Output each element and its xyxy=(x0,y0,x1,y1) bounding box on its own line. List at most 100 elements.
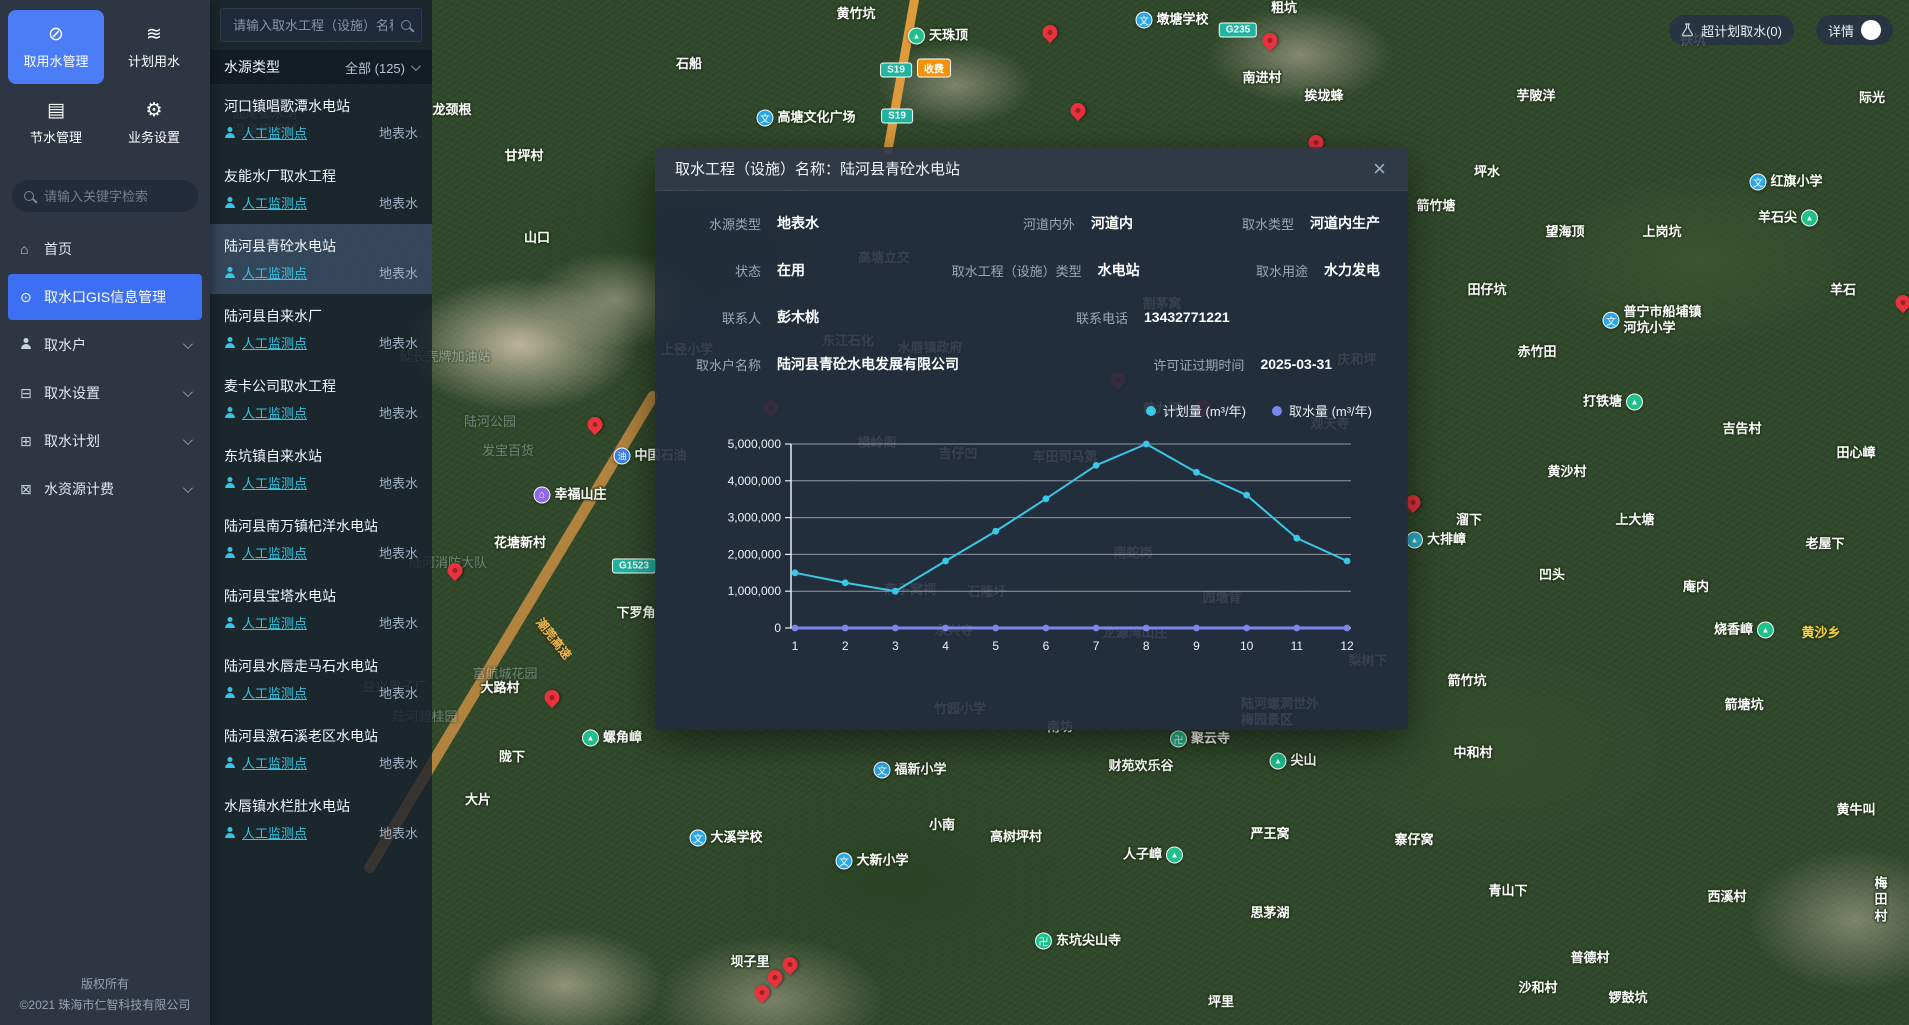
map-pin-marker[interactable] xyxy=(1071,103,1086,118)
nav-item-5[interactable]: ⊠水资源计费 xyxy=(8,466,202,512)
map-label-text: 下罗角 xyxy=(616,605,655,621)
chevron-down-icon xyxy=(183,387,193,397)
legend-label: 计划量 (m³/年) xyxy=(1163,401,1246,420)
map-label-text: 箭塘坑 xyxy=(1724,697,1763,713)
list-item[interactable]: 水唇镇水栏肚水电站人工监测点地表水 xyxy=(210,784,432,854)
svg-text:0: 0 xyxy=(774,621,781,635)
map-label: 石船 xyxy=(676,56,702,72)
map-label-text: 烧香嶂 xyxy=(1714,622,1753,638)
map-pin-marker[interactable] xyxy=(1043,25,1058,40)
map-label: 文大新小学 xyxy=(835,853,908,870)
map-label-text: 打铁塘 xyxy=(1583,394,1622,410)
map-label: 上大塘 xyxy=(1615,512,1654,528)
school-icon: 文 xyxy=(689,830,706,847)
field-value: 2025-03-31 xyxy=(1260,356,1332,372)
water-source-type: 地表水 xyxy=(379,823,418,842)
module-tab-0[interactable]: ⊘取用水管理 xyxy=(8,10,104,84)
intake-list-panel: 水源类型 全部 (125) 河口镇唱歌潭水电站人工监测点地表水友能水厂取水工程人… xyxy=(210,0,432,1025)
list-item[interactable]: 麦卡公司取水工程人工监测点地表水 xyxy=(210,364,432,434)
list-item[interactable]: 友能水厂取水工程人工监测点地表水 xyxy=(210,154,432,224)
module-label: 取用水管理 xyxy=(23,51,88,70)
map-label: 吉告村 xyxy=(1722,421,1761,437)
over-plan-intake-button[interactable]: 超计划取水(0) xyxy=(1669,15,1794,45)
map-pin-marker[interactable] xyxy=(1896,295,1909,310)
sidebar-search-input[interactable] xyxy=(42,188,186,205)
pin-icon xyxy=(444,560,465,581)
module-tab-3[interactable]: ⚙业务设置 xyxy=(106,86,202,160)
map-pin-marker[interactable] xyxy=(755,985,770,1000)
map-pin-marker[interactable] xyxy=(588,417,603,432)
map-label: 梅田村 xyxy=(1875,876,1898,925)
person-icon xyxy=(224,127,236,139)
module-tab-2[interactable]: ▤节水管理 xyxy=(8,86,104,160)
map-pin-marker[interactable] xyxy=(783,957,798,972)
list-item[interactable]: 东坑镇自来水站人工监测点地表水 xyxy=(210,434,432,504)
svg-text:6: 6 xyxy=(1043,639,1050,653)
list-item[interactable]: 陆河县激石溪老区水电站人工监测点地表水 xyxy=(210,714,432,784)
map-label: 坪水 xyxy=(1474,164,1500,180)
svg-text:1,000,000: 1,000,000 xyxy=(728,584,782,598)
map-label: 文高塘文化广场 xyxy=(756,110,855,127)
monitor-label: 人工监测点 xyxy=(242,333,307,352)
field-value: 13432771221 xyxy=(1144,309,1230,325)
list-item[interactable]: 陆河县水唇走马石水电站人工监测点地表水 xyxy=(210,644,432,714)
legend-dot-icon xyxy=(1272,406,1282,416)
person-icon xyxy=(224,407,236,419)
pin-icon xyxy=(1259,30,1280,51)
school-icon: 文 xyxy=(1602,312,1619,329)
map-pin-marker[interactable] xyxy=(545,690,560,705)
detail-toggle[interactable]: 详情 xyxy=(1816,15,1893,45)
map-label: 发宝百货 xyxy=(482,443,534,459)
nav-item-3[interactable]: ⊟取水设置 xyxy=(8,370,202,416)
map-label-text: 大排嶂 xyxy=(1427,532,1466,548)
over-plan-label: 超计划取水(0) xyxy=(1701,21,1782,40)
close-icon[interactable]: × xyxy=(1371,158,1388,180)
monitor-label: 人工监测点 xyxy=(242,263,307,282)
water-source-type: 地表水 xyxy=(379,333,418,352)
map-label-text: 幸福山庄 xyxy=(554,487,606,503)
map-pin-marker[interactable] xyxy=(1263,33,1278,48)
list-item[interactable]: 河口镇唱歌潭水电站人工监测点地表水 xyxy=(210,84,432,154)
map-pin-marker[interactable] xyxy=(448,563,463,578)
road-badge: G1523 xyxy=(612,559,656,574)
water-source-type: 地表水 xyxy=(379,123,418,142)
map-label: 陇下 xyxy=(499,749,525,765)
map-label: 南进村 xyxy=(1242,70,1281,86)
monitor-type: 人工监测点 xyxy=(224,683,379,702)
intake-search-input[interactable] xyxy=(231,17,395,34)
filter-value: 全部 (125) xyxy=(345,58,405,77)
map-label: 大片 xyxy=(465,792,491,808)
map-label: 沙和村 xyxy=(1518,980,1557,996)
nav-item-4[interactable]: ⊞取水计划 xyxy=(8,418,202,464)
nav-item-0[interactable]: ⌂首页 xyxy=(8,226,202,272)
list-item[interactable]: 陆河县青砼水电站人工监测点地表水 xyxy=(210,224,432,294)
map-label-text: 黄竹坑 xyxy=(836,6,875,22)
module-tab-1[interactable]: ≋计划用水 xyxy=(106,10,202,84)
map-label-text: 红旗小学 xyxy=(1770,174,1822,190)
list-item[interactable]: 陆河县自来水厂人工监测点地表水 xyxy=(210,294,432,364)
monitor-label: 人工监测点 xyxy=(242,193,307,212)
toggle-knob[interactable] xyxy=(1861,20,1881,40)
map-label-text: 上大塘 xyxy=(1615,512,1654,528)
field-value: 河道内生产 xyxy=(1310,213,1380,233)
list-item[interactable]: 陆河县南万镇杞洋水电站人工监测点地表水 xyxy=(210,504,432,574)
chevron-down-icon xyxy=(183,339,193,349)
nav-item-2[interactable]: 取水户 xyxy=(8,322,202,368)
field-value: 水力发电 xyxy=(1324,260,1380,280)
mountain-icon: ▲ xyxy=(908,28,925,45)
nav-item-1[interactable]: ⊙取水口GIS信息管理 xyxy=(8,274,202,320)
source-type-filter[interactable]: 水源类型 全部 (125) xyxy=(210,50,432,84)
field-label: 取水户名称 xyxy=(683,355,761,374)
map-pin-marker[interactable] xyxy=(768,970,783,985)
map-label-text: 财苑欢乐谷 xyxy=(1108,758,1173,774)
temple-icon: 卍 xyxy=(1170,731,1187,748)
map-label: 挨垅蜂 xyxy=(1304,88,1343,104)
legend-item: 取水量 (m³/年) xyxy=(1272,401,1372,420)
svg-text:1: 1 xyxy=(792,639,799,653)
map-label-text: 富航城花园 xyxy=(472,666,537,682)
nav-label: 首页 xyxy=(44,239,190,259)
svg-text:8: 8 xyxy=(1143,639,1150,653)
search-icon[interactable] xyxy=(401,20,411,30)
list-item[interactable]: 陆河县宝塔水电站人工监测点地表水 xyxy=(210,574,432,644)
legend-label: 取水量 (m³/年) xyxy=(1289,401,1372,420)
